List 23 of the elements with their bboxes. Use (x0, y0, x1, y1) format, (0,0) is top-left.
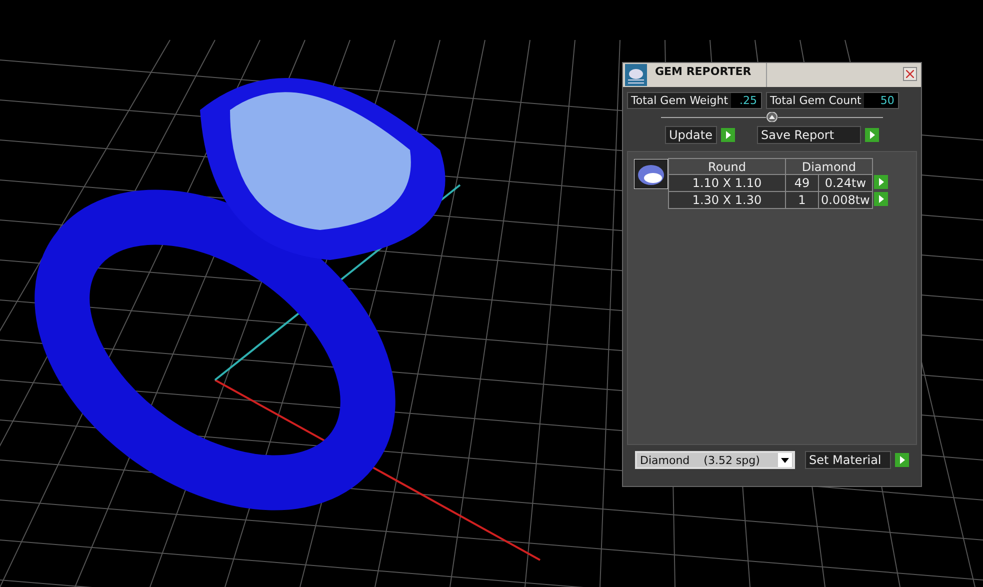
total-label: Total Gem Count (769, 93, 862, 108)
total-value: 50 (864, 93, 898, 108)
play-icon[interactable] (874, 192, 888, 206)
material-dropdown[interactable]: Diamond (3.52 spg) (635, 451, 795, 469)
close-button[interactable] (903, 67, 917, 81)
window-title: GEM REPORTER (649, 63, 767, 87)
round-gem-icon (634, 159, 668, 189)
table-cell: 1 (786, 192, 818, 208)
table-cell: 0.008tw (818, 192, 872, 208)
table-cell: 1.30 X 1.30 (668, 192, 786, 208)
action-button[interactable]: Update (665, 126, 717, 144)
table-cell: 0.24tw (818, 174, 872, 192)
gem-icon (625, 64, 647, 86)
play-icon[interactable] (874, 174, 888, 188)
total-value: .25 (731, 93, 762, 108)
total-label: Total Gem Weight (630, 93, 730, 108)
action-button[interactable]: Save Report (757, 126, 861, 144)
table-cell: 49 (786, 174, 818, 192)
action-button[interactable]: Set Material (805, 451, 891, 469)
column-header: Diamond (786, 158, 872, 174)
table-cell: 1.10 X 1.10 (668, 174, 786, 192)
splitter-handle-icon[interactable] (766, 112, 778, 122)
column-header: Round (668, 158, 786, 174)
